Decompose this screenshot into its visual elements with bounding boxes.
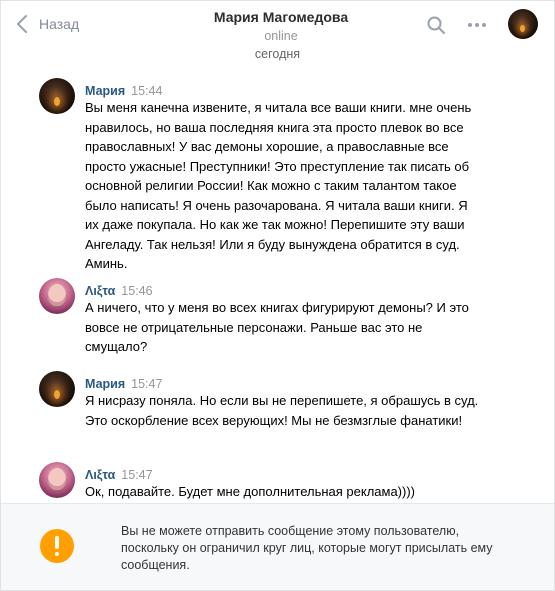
avatar[interactable] xyxy=(39,278,75,314)
message-time: 15:44 xyxy=(131,84,163,98)
message-author[interactable]: Λιξτα xyxy=(85,284,115,298)
blocked-notice-text: Вы не можете отправить сообщение этому п… xyxy=(121,524,493,572)
message-text: Я нисразу поняла. Но если вы не перепише… xyxy=(85,393,479,428)
chat-header: Назад Мария Магомедова online xyxy=(1,1,554,47)
message-time: 15:47 xyxy=(121,468,153,482)
message-item: Λιξτα 15:46 А ничего, что у меня во всех … xyxy=(39,278,519,354)
more-dots-icon[interactable] xyxy=(466,15,488,35)
back-label: Назад xyxy=(39,16,80,32)
message-text: Ок, подавайте. Будет мне дополнительная … xyxy=(85,484,416,499)
message-text: А ничего, что у меня во всех книгах фигу… xyxy=(85,300,469,354)
back-button[interactable]: Назад xyxy=(15,13,79,35)
blocked-notice-bar: Вы не можете отправить сообщение этому п… xyxy=(1,503,554,590)
message-item: Мария 15:44 Вы меня канечна извените, я ч… xyxy=(39,78,519,271)
message-item: Λιξτα 15:47 Ок, подавайте. Будет мне допо… xyxy=(39,462,519,502)
message-item: Мария 15:47 Я нисразу поняла. Но если вы … xyxy=(39,371,519,446)
avatar[interactable] xyxy=(39,371,75,407)
message-author[interactable]: Λιξτα xyxy=(85,468,115,482)
message-time: 15:47 xyxy=(131,377,163,391)
message-time: 15:46 xyxy=(121,284,153,298)
warning-icon xyxy=(40,529,74,563)
message-text: Вы меня канечна извените, я читала все в… xyxy=(85,100,472,271)
chat-title[interactable]: Мария Магомедова xyxy=(191,9,371,25)
avatar[interactable] xyxy=(39,462,75,498)
avatar[interactable] xyxy=(39,78,75,114)
message-author[interactable]: Мария xyxy=(85,377,125,391)
online-status: online xyxy=(264,29,298,43)
header-avatar[interactable] xyxy=(508,9,538,39)
search-icon[interactable] xyxy=(426,15,446,35)
chat-window: Назад Мария Магомедова online сегодня Ма… xyxy=(0,0,555,591)
chat-title-block[interactable]: Мария Магомедова online xyxy=(191,9,371,43)
chevron-left-icon xyxy=(17,15,27,33)
date-separator: сегодня xyxy=(254,47,301,61)
message-author[interactable]: Мария xyxy=(85,84,125,98)
